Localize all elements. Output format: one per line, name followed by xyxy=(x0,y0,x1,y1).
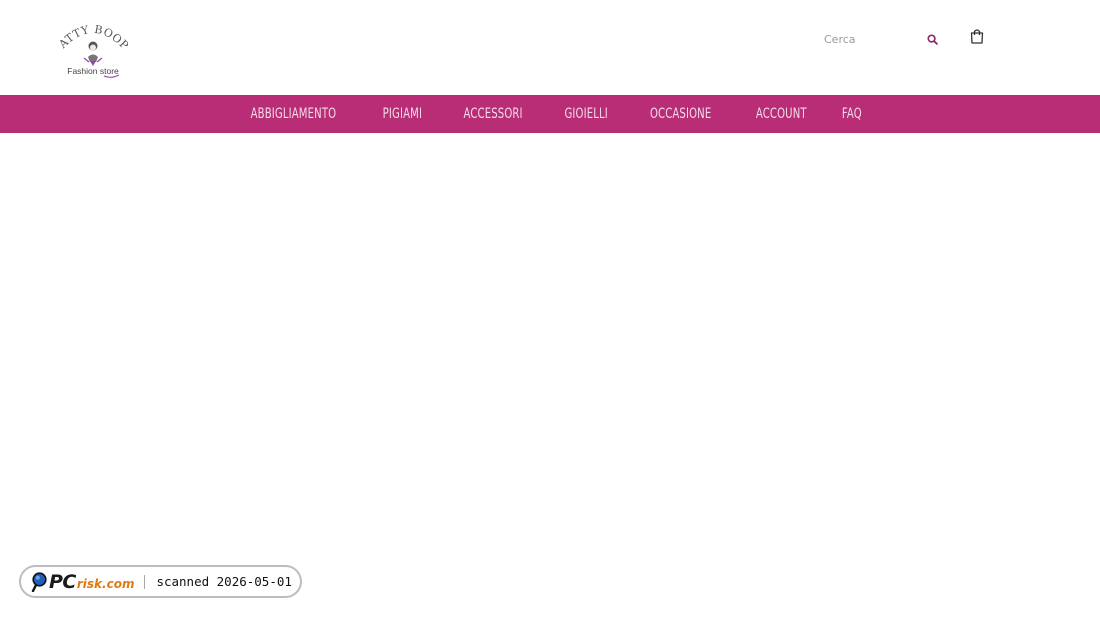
nav-item-occasione[interactable]: OCCASIONE xyxy=(650,106,711,122)
nav-menu: ABBIGLIAMENTO PIGIAMI ACCESSORI GIOIELLI… xyxy=(223,106,877,122)
search-input[interactable] xyxy=(818,29,924,49)
magnifier-icon xyxy=(31,571,47,592)
site-header: PATTY BOOP! Fashion store xyxy=(0,0,1100,95)
search-form xyxy=(818,28,944,50)
main-navigation: ABBIGLIAMENTO PIGIAMI ACCESSORI GIOIELLI… xyxy=(0,95,1100,133)
search-icon xyxy=(926,33,938,45)
pcrisk-logo-risk: risk.com xyxy=(76,577,135,591)
site-logo[interactable]: PATTY BOOP! Fashion store xyxy=(58,22,128,82)
nav-item-abbigliamento[interactable]: ABBIGLIAMENTO xyxy=(251,106,337,122)
pcrisk-logo: PC risk.com xyxy=(31,571,134,593)
search-button[interactable] xyxy=(923,30,941,48)
cart-button[interactable] xyxy=(968,27,986,45)
nav-item-gioielli[interactable]: GIOIELLI xyxy=(564,106,607,122)
shopping-bag-icon xyxy=(970,29,984,44)
scan-date-text: scanned 2026-05-01 xyxy=(156,574,292,589)
nav-item-pigiami[interactable]: PIGIAMI xyxy=(383,106,422,122)
nav-item-accessori[interactable]: ACCESSORI xyxy=(463,106,522,122)
scan-badge: PC risk.com scanned 2026-05-01 xyxy=(19,565,302,598)
pcrisk-logo-pc: PC xyxy=(49,570,76,593)
badge-divider xyxy=(144,574,146,589)
logo-bottom-text: Fashion store xyxy=(67,66,119,76)
nav-item-account[interactable]: ACCOUNT xyxy=(755,106,806,122)
nav-item-faq[interactable]: FAQ xyxy=(842,106,862,122)
page: PATTY BOOP! Fashion store xyxy=(0,0,1100,619)
logo-graphic: PATTY BOOP! Fashion store xyxy=(58,22,128,78)
